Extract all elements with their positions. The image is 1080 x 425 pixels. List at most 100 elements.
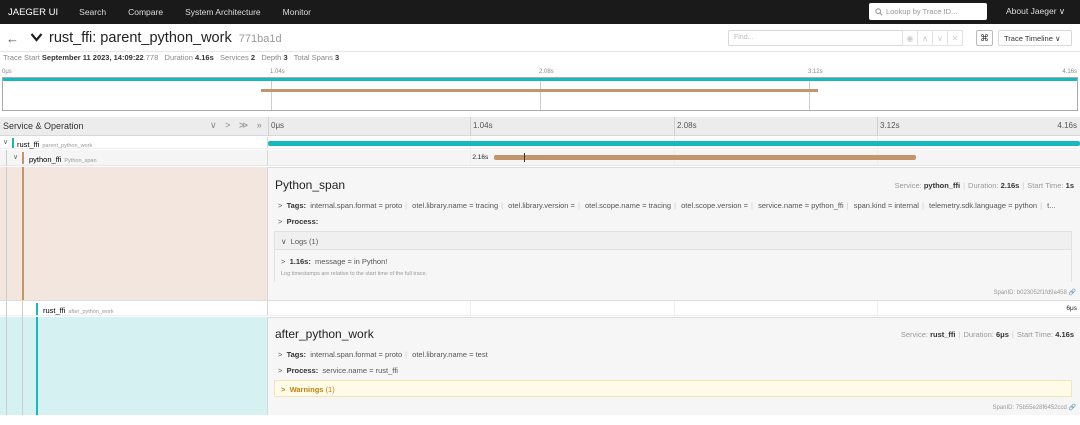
prev-match-icon[interactable]: ∧: [917, 30, 933, 46]
trace-lookup-input[interactable]: Lookup by Trace ID...: [869, 3, 987, 20]
tree-indent-line: [22, 301, 23, 317]
grid-line: [470, 301, 471, 315]
service-meta-label: Service:: [894, 181, 922, 190]
duration-value: 4.16s: [194, 53, 214, 62]
trace-minimap[interactable]: 0μs 1.04s 2.08s 3.12s 4.16s: [2, 66, 1078, 113]
collapse-chevron-icon[interactable]: [30, 30, 43, 44]
tag-item: otel.library.version =: [508, 201, 575, 210]
brand-link[interactable]: JAEGER UI: [0, 7, 68, 18]
tags-row[interactable]: > Tags: internal.span.format = proto | ot…: [278, 201, 1055, 210]
top-nav: JAEGER UI Search Compare System Architec…: [0, 0, 1080, 24]
process-label: Process:: [286, 217, 319, 226]
nav-monitor[interactable]: Monitor: [272, 7, 322, 17]
tags-row[interactable]: > Tags: internal.span.format = proto | ot…: [278, 350, 488, 359]
header-divider: [268, 117, 269, 136]
operation-name: Python_span: [64, 158, 97, 164]
minimap-gridline: [271, 78, 272, 110]
logs-panel: ∨ Logs (1) > 1.16s: message = in Python!…: [274, 231, 1072, 282]
start-meta-label: Start Time:: [1027, 181, 1064, 190]
span-bar[interactable]: [268, 141, 1080, 146]
next-match-icon[interactable]: ∨: [932, 30, 948, 46]
trace-id: 771ba1d: [238, 33, 282, 45]
tree-indent-line: [6, 167, 7, 300]
collapse-expand-controls[interactable]: ∨ > ≫ »: [210, 120, 265, 131]
span-label: rust_ffi after_python_work: [43, 304, 114, 316]
span-name-cell[interactable]: ∨ rust_ffi parent_python_work: [0, 137, 268, 149]
find-controls: ◉ ∧ ∨ ✕: [902, 30, 963, 46]
service-name: rust_ffi: [43, 306, 66, 315]
logs-label: Logs: [290, 237, 307, 246]
header-tick: 1.04s: [473, 121, 493, 130]
header-gridline: [877, 117, 878, 136]
start-label: Trace Start: [3, 53, 40, 62]
span-bar[interactable]: [494, 155, 916, 160]
span-label: python_ffi Python_span: [29, 153, 97, 165]
process-row[interactable]: > Process: service.name = rust_ffi: [278, 366, 398, 375]
link-icon[interactable]: 🔗: [1069, 290, 1076, 296]
minimap-gridline: [540, 78, 541, 110]
header-tick: 4.16s: [1057, 121, 1077, 130]
about-jaeger-menu[interactable]: About Jaeger ∨: [1006, 6, 1065, 17]
back-arrow-icon[interactable]: ←: [6, 31, 19, 46]
span-detail-panel: after_python_work Service: rust_ffi | Dura…: [268, 317, 1080, 415]
find-input[interactable]: Find...: [728, 30, 903, 46]
chevron-right-icon: >: [281, 257, 286, 266]
view-mode-select[interactable]: Trace Timeline ∨: [998, 30, 1072, 46]
span-name-cell[interactable]: ∨ python_ffi Python_span: [0, 150, 268, 166]
start-value: September 11 2023, 14:09:22: [41, 53, 144, 62]
header-gridline: [470, 117, 471, 136]
trace-summary: Trace Start September 11 2023, 14:09:22.…: [0, 53, 1080, 66]
minimap-canvas[interactable]: [2, 77, 1078, 111]
lookup-placeholder: Lookup by Trace ID...: [886, 7, 958, 16]
span-name-cell[interactable]: rust_ffi after_python_work: [0, 301, 268, 317]
chevron-down-icon[interactable]: ∨: [3, 138, 8, 146]
trace-name: rust_ffi: parent_python_work: [49, 30, 232, 46]
span-id-text: SpanID: 75b55e28f6452ccd: [992, 405, 1067, 411]
clear-search-icon[interactable]: ✕: [947, 30, 963, 46]
service-name: rust_ffi: [17, 140, 40, 149]
tag-item: telemetry.sdk.language = python: [929, 201, 1038, 210]
nav-compare[interactable]: Compare: [117, 7, 174, 17]
service-color-bar: [22, 167, 24, 300]
minimap-span-bar: [261, 89, 818, 92]
minimap-tick: 3.12s: [808, 69, 823, 75]
services-label: Services: [220, 53, 249, 62]
duration-meta-value: 6μs: [995, 330, 1009, 339]
span-row[interactable]: rust_ffi after_python_work 6μs: [0, 300, 1080, 317]
log-time: 1.16s:: [289, 257, 311, 266]
warnings-label: Warnings: [289, 385, 324, 394]
services-value: 2: [250, 53, 256, 62]
chevron-right-icon: >: [278, 201, 283, 210]
warnings-panel[interactable]: > Warnings (1): [274, 380, 1072, 397]
start-meta-value: 1s: [1065, 181, 1074, 190]
start-meta-value: 4.16s: [1055, 330, 1074, 339]
span-detail-title: Python_span: [275, 178, 346, 192]
minimap-tick: 2.08s: [539, 69, 554, 75]
minimap-tick: 0μs: [2, 69, 12, 75]
process-label: Process:: [286, 366, 319, 375]
logs-header[interactable]: ∨ Logs (1): [281, 237, 318, 246]
nav-system-architecture[interactable]: System Architecture: [174, 7, 272, 17]
chevron-right-icon: >: [278, 350, 283, 359]
chevron-right-icon: >: [278, 366, 283, 375]
minimap-ticks: 0μs 1.04s 2.08s 3.12s 4.16s: [2, 66, 1078, 77]
link-icon[interactable]: 🔗: [1069, 405, 1076, 411]
duration-label: Duration: [164, 53, 193, 62]
focus-icon[interactable]: ◉: [902, 30, 918, 46]
log-entries: > 1.16s: message = in Python! Log timest…: [275, 249, 1071, 282]
tags-label: Tags:: [286, 350, 307, 359]
span-id: SpanID: 75b55e28f6452ccd 🔗: [992, 404, 1076, 411]
duration-meta-label: Duration:: [963, 330, 994, 339]
span-row[interactable]: ∨ rust_ffi parent_python_work: [0, 137, 1080, 149]
tag-item: otel.scope.name = tracing: [584, 201, 672, 210]
tag-item: otel.library.name = test: [412, 350, 488, 359]
span-row-selected[interactable]: ∨ python_ffi Python_span 2.16s: [0, 150, 1080, 166]
nav-search[interactable]: Search: [68, 7, 117, 17]
process-row[interactable]: > Process:: [278, 217, 318, 226]
span-detail-panel: Python_span Service: python_ffi | Duration…: [268, 167, 1080, 300]
span-detail-row: after_python_work Service: rust_ffi | Dura…: [0, 317, 1080, 415]
log-message: message = in Python!: [315, 257, 388, 266]
keyboard-shortcuts-button[interactable]: ⌘: [976, 30, 993, 46]
chevron-down-icon[interactable]: ∨: [13, 153, 18, 161]
log-entry[interactable]: > 1.16s: message = in Python!: [281, 257, 387, 266]
